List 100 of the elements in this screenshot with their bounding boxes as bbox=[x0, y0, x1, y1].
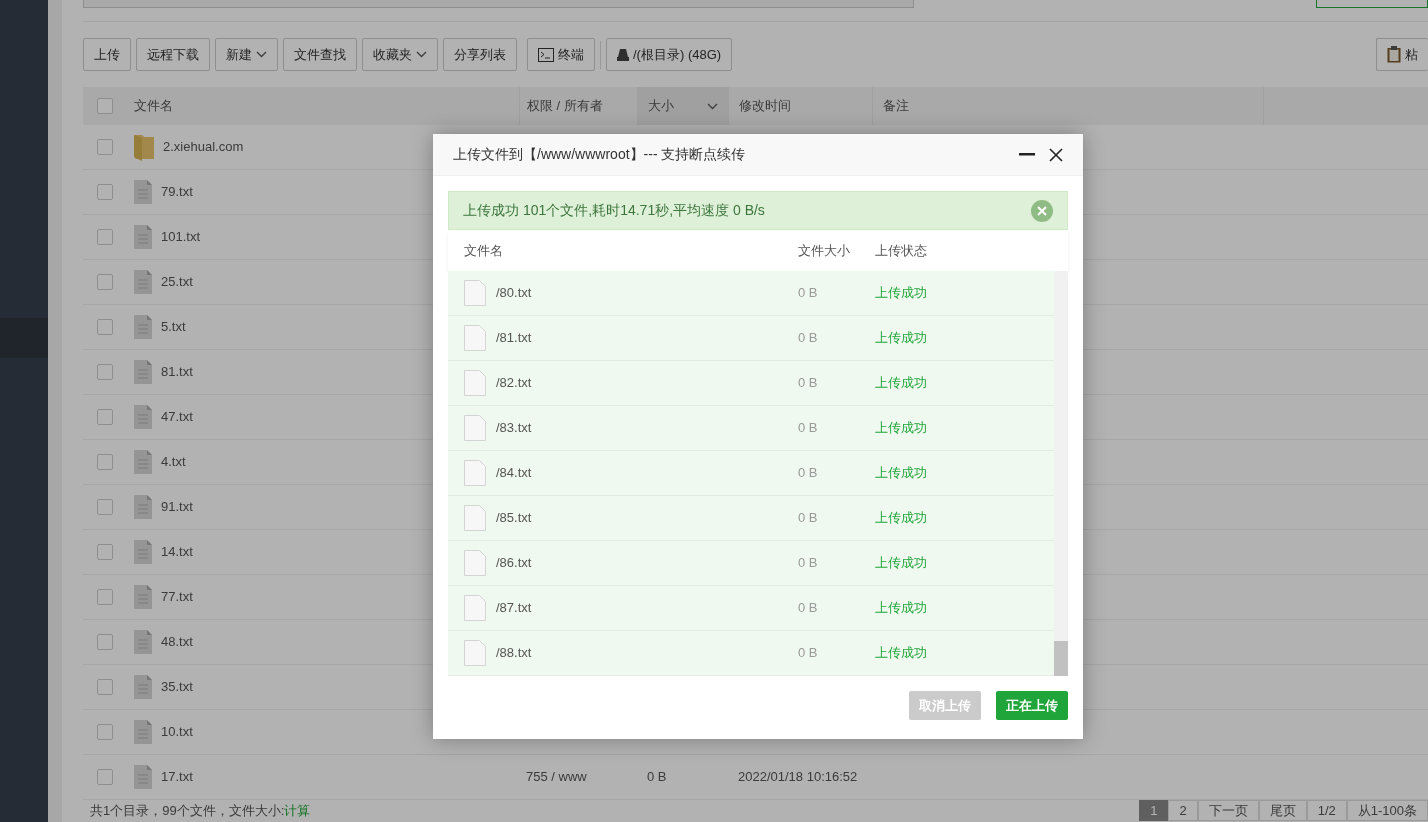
terminal-icon bbox=[538, 47, 554, 62]
upload-status: 上传成功 bbox=[875, 645, 927, 661]
toolbar-button[interactable]: 文件查找 bbox=[283, 38, 357, 71]
sorted-column-header[interactable]: 大小 bbox=[637, 87, 728, 125]
column-header[interactable]: 权限 / 所有者 bbox=[527, 96, 603, 116]
sidebar-item[interactable] bbox=[0, 318, 48, 358]
column-header[interactable]: 备注 bbox=[883, 96, 909, 116]
file-name[interactable]: 48.txt bbox=[161, 632, 193, 652]
column-header: 文件大小 bbox=[798, 243, 850, 259]
checkbox[interactable] bbox=[97, 499, 113, 515]
upload-status: 上传成功 bbox=[875, 330, 927, 346]
file-icon bbox=[464, 370, 486, 396]
terminal-button[interactable]: 终端 bbox=[527, 38, 595, 71]
table-cell: 0 B bbox=[798, 555, 818, 571]
minimize-icon[interactable] bbox=[1018, 153, 1035, 156]
table-cell: 0 B bbox=[798, 330, 818, 346]
file-icon bbox=[134, 585, 152, 609]
checkbox[interactable] bbox=[97, 409, 113, 425]
toolbar-button[interactable]: 分享列表 bbox=[443, 38, 517, 71]
dropdown-button[interactable]: 新建 bbox=[215, 38, 278, 71]
file-name: /84.txt bbox=[496, 464, 532, 483]
upload-status: 上传成功 bbox=[875, 510, 927, 526]
caret-icon bbox=[707, 102, 718, 110]
checkbox[interactable] bbox=[97, 454, 113, 470]
upload-status: 上传成功 bbox=[875, 285, 927, 301]
file-name: /83.txt bbox=[496, 419, 532, 438]
file-icon bbox=[134, 315, 152, 339]
file-icon bbox=[134, 630, 152, 654]
disk-button[interactable]: /(根目录) (48G) bbox=[606, 38, 733, 71]
file-icon bbox=[464, 280, 486, 306]
table-cell: 0 B bbox=[798, 510, 818, 526]
page-link[interactable]: 下一页 bbox=[1197, 800, 1259, 821]
upload-button[interactable]: 正在上传 bbox=[996, 691, 1068, 720]
file-name[interactable]: 17.txt bbox=[161, 767, 193, 787]
file-name[interactable]: 81.txt bbox=[161, 362, 193, 382]
upload-status: 上传成功 bbox=[875, 600, 927, 616]
table-cell: 0 B bbox=[798, 285, 818, 301]
page-link[interactable]: 尾页 bbox=[1258, 800, 1307, 821]
file-name: /87.txt bbox=[496, 599, 532, 618]
file-name[interactable]: 47.txt bbox=[161, 407, 193, 427]
file-name[interactable]: 5.txt bbox=[161, 317, 186, 337]
page-link[interactable]: 1/2 bbox=[1306, 800, 1347, 821]
scrollbar[interactable] bbox=[1054, 271, 1068, 676]
checkbox[interactable] bbox=[97, 544, 113, 560]
caret-icon bbox=[416, 51, 427, 58]
file-name: /80.txt bbox=[496, 284, 532, 303]
upload-status: 上传成功 bbox=[875, 375, 927, 391]
file-icon bbox=[134, 180, 152, 204]
file-name: /82.txt bbox=[496, 374, 532, 393]
file-name[interactable]: 79.txt bbox=[161, 182, 193, 202]
upload-status: 上传成功 bbox=[875, 555, 927, 571]
column-header: 文件名 bbox=[464, 242, 503, 261]
file-name: /86.txt bbox=[496, 554, 532, 573]
file-icon bbox=[464, 505, 486, 531]
file-name[interactable]: 10.txt bbox=[161, 722, 193, 742]
checkbox[interactable] bbox=[97, 229, 113, 245]
checkbox[interactable] bbox=[97, 274, 113, 290]
file-icon bbox=[134, 675, 152, 699]
checkbox[interactable] bbox=[97, 364, 113, 380]
table-cell: 0 B bbox=[647, 769, 667, 785]
paste-button[interactable]: 粘 bbox=[1376, 38, 1428, 71]
dropdown-button[interactable]: 收藏夹 bbox=[362, 38, 438, 71]
folder-icon bbox=[134, 133, 154, 161]
file-name[interactable]: 35.txt bbox=[161, 677, 193, 697]
checkbox[interactable] bbox=[97, 589, 113, 605]
checkbox[interactable] bbox=[97, 98, 113, 114]
checkbox[interactable] bbox=[97, 184, 113, 200]
file-icon bbox=[134, 405, 152, 429]
file-name: /85.txt bbox=[496, 509, 532, 528]
close-icon[interactable] bbox=[1049, 147, 1063, 162]
file-icon bbox=[464, 415, 486, 441]
checkbox[interactable] bbox=[97, 679, 113, 695]
file-name[interactable]: 91.txt bbox=[161, 497, 193, 517]
alert-message: 上传成功 101个文件,耗时14.71秒,平均速度 0 B/s bbox=[463, 201, 765, 220]
toolbar-button[interactable]: 上传 bbox=[83, 38, 131, 71]
folder-name[interactable]: 2.xiehual.com bbox=[163, 137, 244, 157]
toolbar-button[interactable]: 远程下载 bbox=[136, 38, 210, 71]
file-name[interactable]: 101.txt bbox=[161, 227, 201, 247]
column-header[interactable]: 修改时间 bbox=[739, 96, 791, 116]
column-header[interactable]: 文件名 bbox=[134, 96, 173, 116]
file-name: /88.txt bbox=[496, 644, 532, 663]
action-button[interactable] bbox=[1316, 0, 1428, 8]
checkbox[interactable] bbox=[97, 139, 113, 155]
file-summary: 共1个目录，99个文件，文件大小: bbox=[90, 801, 285, 820]
upload-status: 上传成功 bbox=[875, 465, 927, 481]
page-link[interactable]: 1 bbox=[1139, 800, 1169, 821]
checkbox[interactable] bbox=[97, 319, 113, 335]
path-bar[interactable] bbox=[83, 0, 914, 8]
page-link[interactable]: 2 bbox=[1168, 800, 1198, 821]
checkbox[interactable] bbox=[97, 634, 113, 650]
file-name[interactable]: 4.txt bbox=[161, 452, 186, 472]
file-name[interactable]: 14.txt bbox=[161, 542, 193, 562]
checkbox[interactable] bbox=[97, 724, 113, 740]
file-name[interactable]: 77.txt bbox=[161, 587, 193, 607]
column-header: 上传状态 bbox=[875, 243, 927, 259]
calculate-link[interactable]: 计算 bbox=[284, 800, 311, 821]
file-name[interactable]: 25.txt bbox=[161, 272, 193, 292]
file-icon bbox=[464, 640, 486, 666]
file-name: /81.txt bbox=[496, 329, 532, 348]
checkbox[interactable] bbox=[97, 769, 113, 785]
